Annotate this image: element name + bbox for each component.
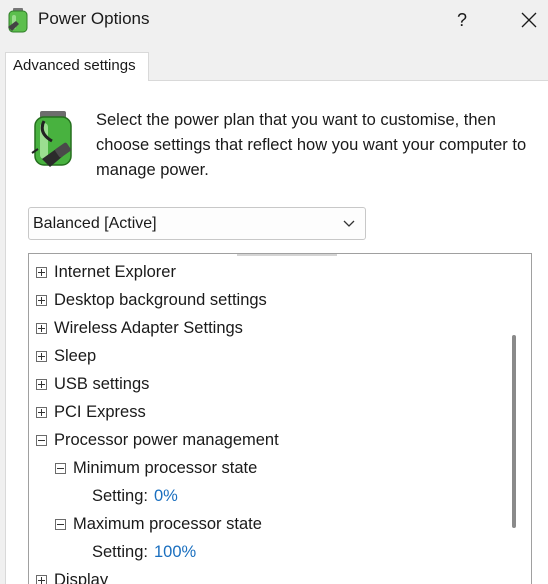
tree-item-label: Maximum processor state xyxy=(73,514,262,533)
window-title: Power Options xyxy=(38,9,150,28)
expand-icon[interactable] xyxy=(36,266,47,278)
power-options-battery-icon xyxy=(8,8,28,33)
tree-item-label: Wireless Adapter Settings xyxy=(54,318,243,337)
expand-icon[interactable] xyxy=(36,294,47,306)
collapse-icon[interactable] xyxy=(36,434,47,446)
power-plan-battery-icon xyxy=(31,111,72,167)
tree-item-label: Sleep xyxy=(54,346,97,365)
tree-item-label: Internet Explorer xyxy=(54,262,176,281)
tree-scrollbar-thumb[interactable] xyxy=(512,335,516,528)
tab-advanced-settings[interactable]: Advanced settings xyxy=(5,52,149,81)
tree-item-sleep[interactable]: Sleep xyxy=(36,342,96,370)
tree-item-label: Minimum processor state xyxy=(73,458,258,477)
help-button[interactable]: ? xyxy=(446,4,478,36)
close-button[interactable] xyxy=(512,4,546,36)
title-bar: Power Options ? xyxy=(0,0,548,40)
tree-item-minimum-processor-state[interactable]: Minimum processor state xyxy=(55,454,257,482)
tree-item-label: Display xyxy=(54,570,109,584)
minimum-processor-state-value[interactable]: 0% xyxy=(154,487,178,506)
collapse-icon[interactable] xyxy=(55,518,66,530)
power-plan-dropdown[interactable]: Balanced [Active] xyxy=(28,207,366,240)
tree-item-processor-power[interactable]: Processor power management xyxy=(36,426,279,454)
expand-icon[interactable] xyxy=(36,322,47,334)
expand-icon[interactable] xyxy=(36,574,47,584)
close-icon xyxy=(521,12,537,28)
description-text: Select the power plan that you want to c… xyxy=(96,111,527,179)
tree-item-wireless-adapter[interactable]: Wireless Adapter Settings xyxy=(36,314,243,342)
tree-item-label: Processor power management xyxy=(54,430,279,449)
tree-item-usb-settings[interactable]: USB settings xyxy=(36,370,149,398)
tree-item-desktop-background[interactable]: Desktop background settings xyxy=(36,286,267,314)
settings-tree[interactable]: Internet Explorer Desktop background set… xyxy=(28,253,532,584)
tab-label: Advanced settings xyxy=(13,57,136,74)
tree-item-label: PCI Express xyxy=(54,402,146,421)
help-icon: ? xyxy=(456,9,467,30)
maximum-processor-state-value[interactable]: 100% xyxy=(154,543,196,562)
expand-icon[interactable] xyxy=(36,350,47,362)
tree-item-label: USB settings xyxy=(54,374,150,393)
tree-item-internet-explorer[interactable]: Internet Explorer xyxy=(36,258,176,286)
setting-row-maximum: Setting: 100% xyxy=(92,538,196,566)
tree-item-label: Desktop background settings xyxy=(54,290,267,309)
setting-label: Setting: xyxy=(92,542,148,561)
tree-item-maximum-processor-state[interactable]: Maximum processor state xyxy=(55,510,262,538)
collapse-icon[interactable] xyxy=(55,462,66,474)
tree-item-pci-express[interactable]: PCI Express xyxy=(36,398,146,426)
setting-label: Setting: xyxy=(92,486,148,505)
power-plan-value: Balanced [Active] xyxy=(33,215,157,232)
expand-icon[interactable] xyxy=(36,406,47,418)
tree-item-display[interactable]: Display xyxy=(36,566,108,584)
chevron-down-icon xyxy=(343,220,355,227)
tree-scroll-indicator xyxy=(237,254,337,256)
expand-icon[interactable] xyxy=(36,378,47,390)
setting-row-minimum: Setting: 0% xyxy=(92,482,178,510)
